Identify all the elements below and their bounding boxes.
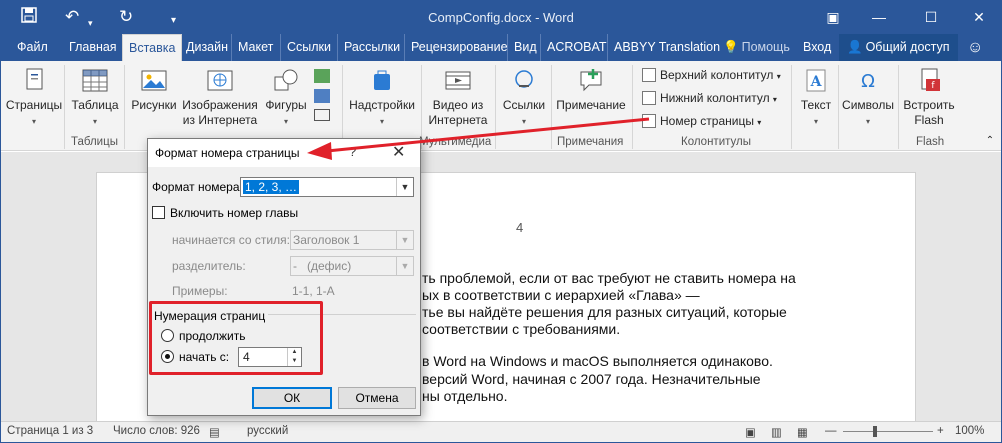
annotation-arrow (307, 117, 650, 160)
